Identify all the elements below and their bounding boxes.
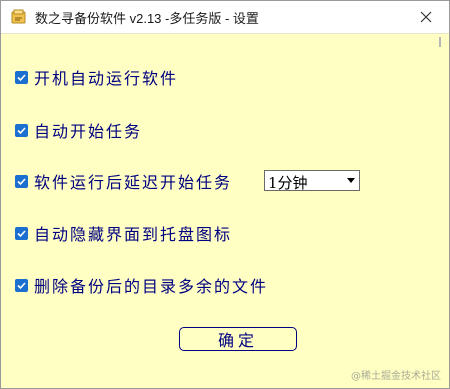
close-button[interactable] (403, 1, 449, 33)
ok-button-label: 确定 (217, 331, 258, 350)
check-icon (17, 281, 26, 289)
check-icon (17, 177, 26, 185)
check-icon (17, 73, 26, 81)
scrollbar-hint (439, 37, 441, 47)
ok-button[interactable]: 确定 (179, 327, 297, 351)
check-icon (17, 126, 26, 134)
checkbox-delete-extra-files[interactable] (15, 278, 28, 292)
watermark: @稀土掘金技术社区 (351, 371, 441, 382)
option-label: 软件运行后延迟开始任务 (34, 173, 233, 192)
option-delay-start[interactable]: 软件运行后延迟开始任务 (15, 170, 232, 192)
option-hide-to-tray[interactable]: 自动隐藏界面到托盘图标 (15, 222, 232, 244)
check-icon (17, 229, 26, 237)
settings-dialog: 数之寻备份软件 v2.13 -多任务版 - 设置 开机自动运行软件 自动开始任务… (0, 0, 450, 389)
window-title: 数之寻备份软件 v2.13 -多任务版 - 设置 (35, 11, 259, 26)
option-label: 自动隐藏界面到托盘图标 (34, 225, 233, 244)
option-label: 自动开始任务 (34, 122, 143, 141)
option-delete-extra-files[interactable]: 删除备份后的目录多余的文件 (15, 274, 268, 296)
checkbox-delay-start[interactable] (15, 174, 28, 188)
option-auto-start-task[interactable]: 自动开始任务 (15, 119, 142, 141)
checkbox-autostart[interactable] (15, 70, 28, 84)
checkbox-auto-start-task[interactable] (15, 123, 28, 137)
option-autostart[interactable]: 开机自动运行软件 (15, 66, 178, 88)
checkbox-hide-to-tray[interactable] (15, 226, 28, 240)
delay-select-value: 1分钟 (268, 174, 308, 192)
delay-select[interactable]: 1分钟 (264, 170, 360, 192)
close-icon (420, 11, 432, 23)
title-bar[interactable]: 数之寻备份软件 v2.13 -多任务版 - 设置 (1, 1, 449, 34)
option-label: 开机自动运行软件 (34, 69, 179, 88)
app-logo-icon (11, 9, 27, 25)
option-label: 删除备份后的目录多余的文件 (34, 277, 269, 296)
chevron-down-icon (347, 178, 355, 183)
